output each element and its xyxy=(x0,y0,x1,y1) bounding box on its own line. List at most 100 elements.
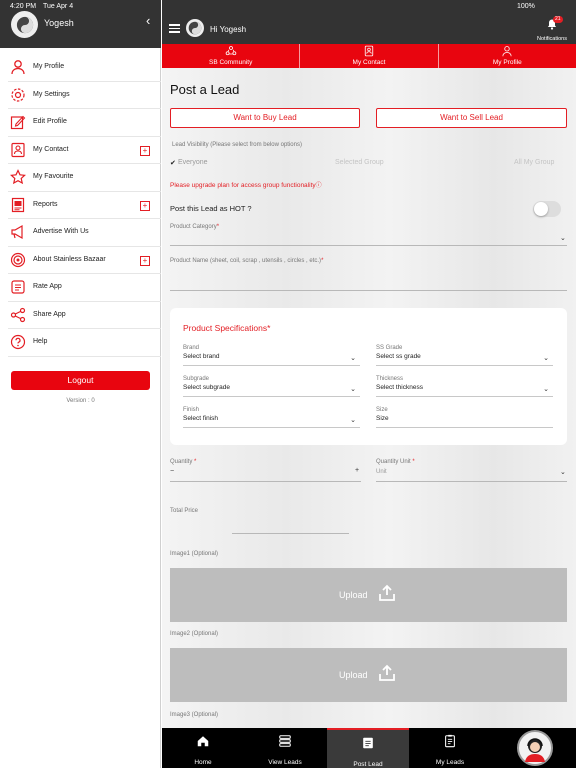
nav-label: Home xyxy=(194,759,212,766)
total-price-input[interactable] xyxy=(232,533,349,534)
menu-item-my-favourite[interactable]: My Favourite xyxy=(8,164,161,192)
nav-label: Post Lead xyxy=(353,761,383,768)
chevron-down-icon[interactable]: ⌄ xyxy=(560,468,566,476)
drawer-header: 4:20 PM Tue Apr 4 Yogesh ‹ xyxy=(0,0,161,48)
contact-icon xyxy=(11,142,25,157)
menu-item-label: About Stainless Bazaar xyxy=(33,255,106,263)
nav-view-leads[interactable]: View Leads xyxy=(244,728,326,768)
product-category-label: Product Category* xyxy=(170,224,219,230)
image3-label: Image3 (Optional) xyxy=(170,712,219,718)
brand-select[interactable]: Brand Select brand ⌄ xyxy=(183,345,360,369)
upload-icon xyxy=(379,584,395,601)
notifications-button[interactable]: 21 Notifications xyxy=(532,16,572,42)
tab-my-profile[interactable]: My Profile xyxy=(439,44,576,68)
version-text: Version : 0 xyxy=(66,398,95,404)
field-value: Select finish xyxy=(183,415,219,422)
avatar[interactable] xyxy=(11,11,38,38)
quantity-stepper[interactable] xyxy=(170,481,361,482)
logout-button[interactable]: Logout xyxy=(11,371,150,390)
info-icon[interactable]: ⓘ xyxy=(316,183,322,189)
status-time: 4:20 PM xyxy=(10,3,37,10)
chevron-down-icon: ⌄ xyxy=(350,355,356,362)
profile-icon xyxy=(502,46,512,57)
upgrade-note-text: Please upgrade plan for access group fun… xyxy=(170,182,316,189)
menu-item-label: Edit Profile xyxy=(33,118,67,125)
menu-item-share-app[interactable]: Share App xyxy=(8,302,161,329)
logo-icon xyxy=(188,21,202,35)
upgrade-note: Please upgrade plan for access group fun… xyxy=(170,180,322,189)
hot-lead-toggle[interactable] xyxy=(533,201,561,217)
want-to-sell-button[interactable]: Want to Sell Lead xyxy=(376,108,567,128)
visibility-option-all-my-group[interactable]: All My Group xyxy=(514,159,554,166)
menu-item-label: My Profile xyxy=(33,63,65,70)
community-icon xyxy=(225,46,236,56)
subgrade-select[interactable]: Subgrade Select subgrade ⌄ xyxy=(183,376,360,400)
tab-label: SB Community xyxy=(208,59,253,66)
product-category-label-text: Product Category xyxy=(170,224,217,230)
image1-upload-button[interactable]: Upload xyxy=(170,568,567,622)
tab-sb-community[interactable]: SB Community xyxy=(162,44,301,68)
menu-item-my-settings[interactable]: My Settings xyxy=(8,82,161,109)
menu-item-help[interactable]: Help xyxy=(8,329,161,357)
expand-plus-icon[interactable]: + xyxy=(140,200,150,211)
quantity-unit-dropdown[interactable] xyxy=(376,481,567,482)
finish-select[interactable]: Finish Select finish ⌄ xyxy=(183,407,360,431)
image1-label: Image1 (Optional) xyxy=(170,551,219,557)
product-name-label-text: Product Name (sheet, coil, scrap , utens… xyxy=(170,258,322,264)
support-agent-icon xyxy=(525,738,545,762)
image2-label: Image2 (Optional) xyxy=(170,631,219,637)
menu-item-rate-app[interactable]: Rate App xyxy=(8,274,161,302)
target-icon xyxy=(10,252,26,267)
my-leads-icon xyxy=(445,734,455,748)
field-value: Select ss grade xyxy=(376,353,421,360)
nav-post-lead[interactable]: Post Lead xyxy=(327,728,409,768)
size-input[interactable]: Size Size xyxy=(376,407,553,431)
expand-plus-icon[interactable]: + xyxy=(140,145,150,156)
support-agent-avatar[interactable] xyxy=(517,730,553,766)
menu-item-reports[interactable]: Reports + xyxy=(8,192,161,219)
tab-my-contact[interactable]: My Contact xyxy=(300,44,439,68)
app-root: 4:20 PM Tue Apr 4 Yogesh ‹ My Profile My… xyxy=(0,0,576,768)
header-avatar[interactable] xyxy=(186,19,204,37)
help-icon xyxy=(10,334,26,350)
menu-item-my-contact[interactable]: My Contact + xyxy=(8,137,161,164)
image2-upload-button[interactable]: Upload xyxy=(170,648,567,702)
visibility-option-everyone[interactable]: Everyone xyxy=(178,159,208,166)
required-mark: * xyxy=(194,459,197,465)
product-name-input[interactable] xyxy=(170,290,567,291)
settings-icon xyxy=(11,87,25,102)
menu-item-edit-profile[interactable]: Edit Profile xyxy=(8,109,161,137)
quantity-increment-button[interactable]: + xyxy=(355,467,359,474)
menu-item-label: Rate App xyxy=(33,283,62,290)
menu-item-advertise[interactable]: Advertise With Us xyxy=(8,219,161,247)
expand-plus-icon[interactable]: + xyxy=(140,255,150,266)
menu-item-about[interactable]: About Stainless Bazaar + xyxy=(8,247,161,274)
menu-item-my-profile[interactable]: My Profile xyxy=(8,54,161,82)
quantity-unit-placeholder: Unit xyxy=(376,469,387,475)
hamburger-menu-icon[interactable] xyxy=(169,24,180,33)
nav-my-leads[interactable]: My Leads xyxy=(409,728,491,768)
nav-label: My Leads xyxy=(435,759,465,766)
chevron-down-icon: ⌄ xyxy=(543,355,549,362)
visibility-label: Lead Visibility (Please select from belo… xyxy=(172,142,302,148)
post-lead-icon xyxy=(363,737,373,749)
menu-item-label: Reports xyxy=(33,200,58,208)
menu-item-label: Share App xyxy=(33,310,66,318)
nav-home[interactable]: Home xyxy=(162,728,244,768)
chevron-down-icon: ⌄ xyxy=(350,417,356,424)
quantity-label-text: Quantity xyxy=(170,459,193,465)
star-icon xyxy=(10,169,26,185)
product-category-dropdown[interactable] xyxy=(170,245,567,246)
quantity-decrement-button[interactable]: − xyxy=(170,468,174,475)
close-drawer-chevron-icon[interactable]: ‹ xyxy=(146,14,150,27)
page-title: Post a Lead xyxy=(170,82,240,97)
nav-label: View Leads xyxy=(268,759,302,766)
thickness-select[interactable]: Thickness Select thickness ⌄ xyxy=(376,376,553,400)
ss-grade-select[interactable]: SS Grade Select ss grade ⌄ xyxy=(376,345,553,369)
notification-count-badge: 21 xyxy=(553,16,563,23)
menu-item-label: My Contact xyxy=(33,145,69,153)
specifications-title: Product Specifications* xyxy=(183,323,270,333)
visibility-option-selected-group[interactable]: Selected Group xyxy=(335,159,384,166)
want-to-buy-button[interactable]: Want to Buy Lead xyxy=(170,108,360,128)
chevron-down-icon[interactable]: ⌄ xyxy=(560,234,566,242)
